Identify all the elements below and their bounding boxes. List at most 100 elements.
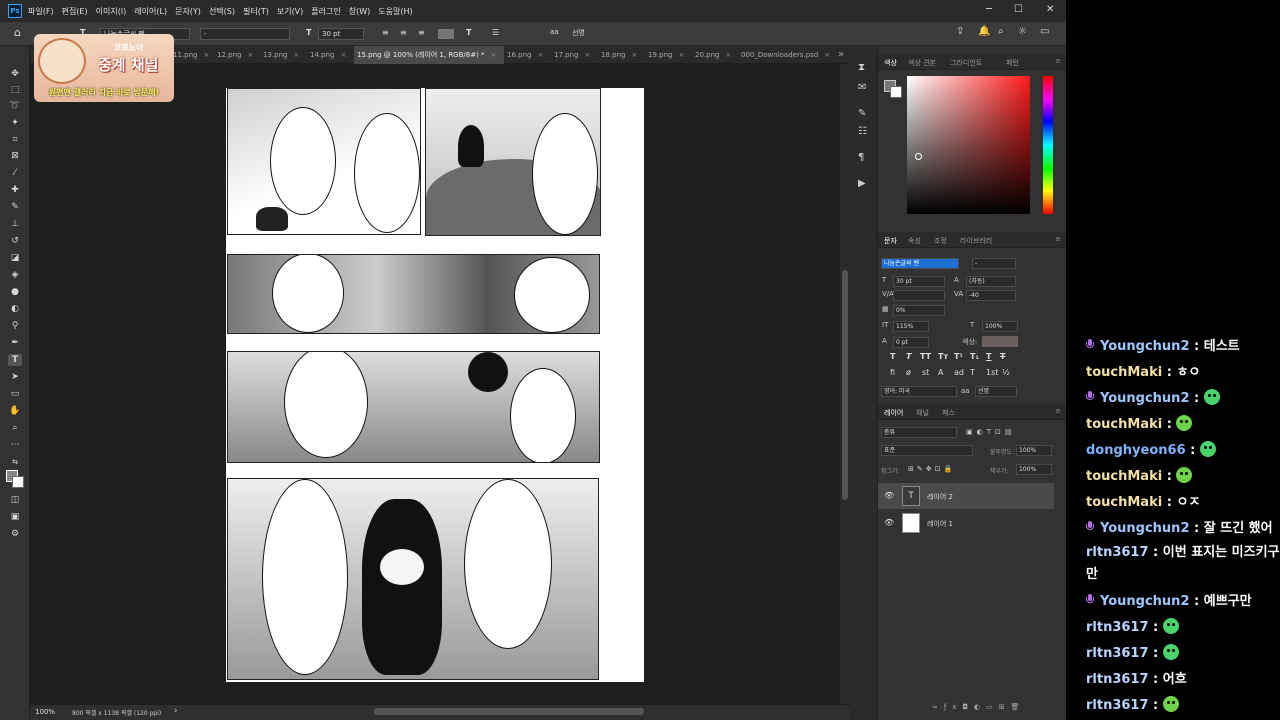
opacity-field[interactable]: 100% bbox=[1016, 445, 1052, 456]
opentype-st-icon[interactable]: st bbox=[922, 368, 929, 377]
workspace-icon[interactable]: ▭ bbox=[1040, 26, 1049, 37]
text-color-swatch[interactable] bbox=[438, 29, 454, 39]
layer-name[interactable]: 레이어 1 bbox=[927, 519, 953, 529]
layer-name[interactable]: 레이어 2 bbox=[927, 492, 953, 502]
kerning-field[interactable] bbox=[893, 290, 945, 301]
magic-wand-icon[interactable]: ✦ bbox=[8, 117, 22, 129]
color-picker-cursor[interactable] bbox=[915, 153, 922, 160]
menu-help[interactable]: 도움말(H) bbox=[378, 6, 412, 17]
search-icon[interactable]: ⌕ bbox=[998, 26, 1004, 37]
quick-mask-icon[interactable]: ◫ bbox=[8, 494, 22, 506]
tab-gradients[interactable]: 그라디언트 bbox=[950, 58, 982, 68]
chat-username[interactable]: rltn3617 bbox=[1086, 620, 1149, 635]
tab-properties[interactable]: 속성 bbox=[908, 236, 921, 246]
tab-close-icon[interactable]: × bbox=[824, 51, 830, 59]
strikethrough-icon[interactable]: T bbox=[1000, 352, 1005, 361]
smudge-tool-icon[interactable]: ⚲ bbox=[8, 320, 22, 332]
opentype-o-icon[interactable]: ø bbox=[906, 368, 911, 377]
crop-tool-icon[interactable]: ⌗ bbox=[8, 134, 22, 146]
stamp-tool-icon[interactable]: ⊥ bbox=[8, 218, 22, 230]
tab-19[interactable]: 19.png × bbox=[645, 46, 693, 64]
swap-colors-icon[interactable]: ⇆ bbox=[8, 456, 22, 468]
zoom-tool-icon[interactable]: ⌕ bbox=[8, 422, 22, 434]
blend-mode-select[interactable]: 표준 bbox=[881, 445, 973, 456]
menu-file[interactable]: 파일(F) bbox=[28, 6, 54, 17]
status-arrow-icon[interactable]: › bbox=[174, 706, 178, 716]
tab-15-active[interactable]: 15.png @ 100% (레이어 1, RGB/8#) * × bbox=[354, 46, 504, 64]
menu-image[interactable]: 이미지(I) bbox=[96, 6, 127, 17]
tab-paths[interactable]: 패스 bbox=[942, 408, 955, 418]
history-icon[interactable]: ⧗ bbox=[858, 62, 865, 73]
fill-field[interactable]: 100% bbox=[1016, 464, 1052, 475]
opentype-t-icon[interactable]: T bbox=[970, 368, 975, 377]
opentype-half-icon[interactable]: ½ bbox=[1002, 368, 1010, 377]
language-select[interactable]: 영어: 미국 bbox=[881, 386, 957, 397]
zoom-level[interactable]: 100% bbox=[35, 708, 55, 716]
edit-toolbar-icon[interactable]: ⚙ bbox=[8, 528, 22, 540]
opentype-1st-icon[interactable]: 1st bbox=[986, 368, 998, 377]
panel-menu-icon[interactable]: ≡ bbox=[1055, 57, 1061, 65]
lock-icons[interactable]: ⊞✎✥⊡🔒 bbox=[908, 465, 955, 473]
tab-color[interactable]: 색상 bbox=[884, 58, 897, 68]
character-panel-icon[interactable]: ☰ bbox=[492, 28, 499, 37]
tab-channels[interactable]: 채널 bbox=[916, 408, 929, 418]
menu-layer[interactable]: 레이어(L) bbox=[134, 6, 167, 17]
tab-adjust[interactable]: 조정 bbox=[934, 236, 947, 246]
tab-close-icon[interactable]: × bbox=[203, 51, 209, 59]
bell-icon[interactable]: 🔔 bbox=[978, 26, 990, 37]
small-caps-icon[interactable]: Tт bbox=[938, 352, 948, 361]
tab-layers[interactable]: 레이어 bbox=[884, 408, 903, 418]
tab-17[interactable]: 17.png × bbox=[551, 46, 599, 64]
chat-username[interactable]: touchMaki bbox=[1086, 469, 1162, 484]
align-left-icon[interactable]: ≡ bbox=[382, 28, 389, 37]
panel-menu-icon[interactable]: ≡ bbox=[1055, 407, 1061, 415]
subscript-icon[interactable]: T₁ bbox=[970, 352, 979, 361]
menu-plugins[interactable]: 플러그인 bbox=[311, 6, 340, 17]
chat-username[interactable]: Youngchun2 bbox=[1100, 521, 1189, 536]
chat-username[interactable]: touchMaki bbox=[1086, 417, 1162, 432]
layer-actions-icons[interactable]: ∞ƒx◘◐▭⊞🗑 bbox=[932, 703, 1025, 711]
character-color-swatch[interactable] bbox=[982, 336, 1018, 347]
eye-icon[interactable]: 👁 bbox=[884, 518, 894, 527]
underline-icon[interactable]: T bbox=[986, 352, 991, 361]
character-tracking-field[interactable]: -40 bbox=[966, 290, 1016, 301]
layer-filter-icons[interactable]: ▣◐T⊡▤ bbox=[966, 428, 1015, 436]
character-style-field[interactable]: - bbox=[972, 258, 1016, 269]
tab-patterns[interactable]: 패턴 bbox=[1006, 58, 1019, 68]
character-font-field[interactable]: 나눔손글씨 펜 bbox=[881, 258, 959, 269]
faux-italic-icon[interactable]: T bbox=[906, 352, 911, 361]
tab-close-icon[interactable]: × bbox=[725, 51, 731, 59]
faux-bold-icon[interactable]: T bbox=[890, 352, 895, 361]
comment-icon[interactable]: ✉ bbox=[858, 82, 866, 93]
tab-close-icon[interactable]: × bbox=[491, 51, 497, 59]
menu-edit[interactable]: 편집(E) bbox=[62, 6, 88, 17]
character-size-field[interactable]: 30 pt bbox=[893, 276, 945, 287]
layer-row-text[interactable]: 👁 T 레이어 2 bbox=[878, 483, 1054, 509]
tab-12[interactable]: 12.png × bbox=[214, 46, 262, 64]
chat-username[interactable]: Youngchun2 bbox=[1100, 339, 1189, 354]
tab-18[interactable]: 18.png × bbox=[598, 46, 646, 64]
tab-20[interactable]: 20.png × bbox=[692, 46, 740, 64]
chat-username[interactable]: rltn3617 bbox=[1086, 698, 1149, 713]
share-icon[interactable]: ⇪ bbox=[956, 26, 964, 37]
tab-overflow-icon[interactable]: » bbox=[838, 49, 844, 60]
rectangle-tool-icon[interactable]: ▭ bbox=[8, 388, 22, 400]
eyedropper-icon[interactable]: ⁄ bbox=[8, 167, 22, 179]
vertical-scroll-thumb[interactable] bbox=[842, 270, 848, 500]
tab-close-icon[interactable]: × bbox=[584, 51, 590, 59]
pen-tool-icon[interactable]: ✒ bbox=[8, 337, 22, 349]
adjustments-icon[interactable]: ☷ bbox=[858, 126, 867, 137]
horizontal-scroll-thumb[interactable] bbox=[374, 708, 644, 715]
antialias-select[interactable]: 선명 bbox=[572, 28, 585, 38]
align-center-icon[interactable]: ≡ bbox=[400, 28, 407, 37]
marquee-tool-icon[interactable]: ⬚ bbox=[8, 84, 22, 96]
panel-menu-icon[interactable]: ≡ bbox=[1055, 235, 1061, 243]
chat-username[interactable]: Youngchun2 bbox=[1100, 391, 1189, 406]
baseline-field[interactable]: 0 pt bbox=[893, 337, 929, 348]
type-tool-icon[interactable]: T bbox=[8, 354, 22, 366]
tab-library[interactable]: 라이브러리 bbox=[960, 236, 992, 246]
path-select-icon[interactable]: ➤ bbox=[8, 371, 22, 383]
antialias-select[interactable]: 선명 bbox=[975, 386, 1017, 397]
tab-close-icon[interactable]: × bbox=[340, 51, 346, 59]
tab-16[interactable]: 16.png × bbox=[504, 46, 552, 64]
